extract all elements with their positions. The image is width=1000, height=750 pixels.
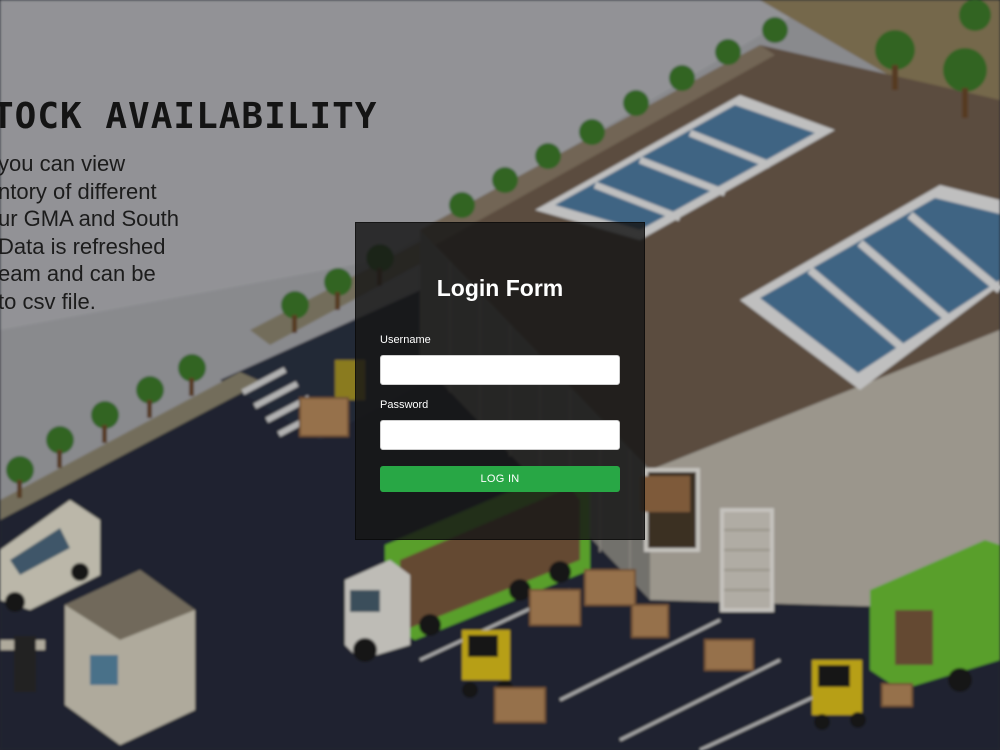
- password-label: Password: [380, 399, 429, 411]
- hero-line: Data is refreshed: [0, 233, 166, 259]
- hero-title: TOCK AVAILABILITY: [0, 96, 378, 137]
- password-input[interactable]: [380, 420, 620, 450]
- username-input[interactable]: [380, 355, 620, 385]
- hero-line: ntory of different: [0, 178, 157, 204]
- hero-line: ur GMA and South: [0, 206, 179, 231]
- username-label: Username: [380, 334, 431, 346]
- hero-line: you can view: [0, 151, 126, 176]
- login-form-title: Login Form: [436, 275, 564, 301]
- login-button[interactable]: LOG IN: [380, 466, 620, 492]
